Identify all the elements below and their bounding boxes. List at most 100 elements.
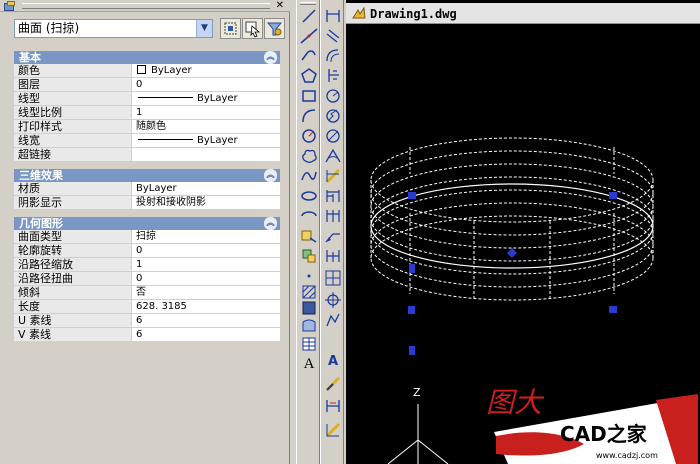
dim-style-icon[interactable] [323, 374, 343, 394]
swept-surface[interactable] [370, 137, 654, 301]
section-header-3d-visualization[interactable]: 三维效果 ︽ [14, 169, 280, 182]
property-value[interactable]: 随颜色 [134, 120, 280, 133]
center-grip[interactable] [507, 248, 517, 258]
grip[interactable] [409, 346, 415, 355]
grip[interactable] [408, 192, 416, 199]
toggle-pickadd-button[interactable] [220, 18, 241, 39]
property-row-shadow-display[interactable]: 阴影显示 投射和接收阴影 [14, 196, 280, 210]
property-row-linetype-scale[interactable]: 线型比例 1 [14, 106, 280, 120]
property-row-u-isolines[interactable]: U 素线 6 [14, 314, 280, 328]
baseline-icon[interactable] [323, 186, 343, 206]
tolerance-icon[interactable] [323, 246, 343, 266]
grip[interactable] [609, 306, 617, 313]
property-value[interactable]: ByLayer [134, 182, 280, 195]
grip[interactable] [408, 306, 415, 314]
property-value[interactable] [134, 148, 280, 161]
palette-titlebar[interactable]: ✕ [0, 0, 290, 12]
arc-length-icon[interactable] [323, 46, 343, 66]
object-type-select[interactable]: 曲面 (扫掠) ▼ [14, 19, 213, 38]
grip[interactable] [609, 192, 617, 199]
grip[interactable] [409, 264, 415, 273]
quick-select-button[interactable] [264, 18, 285, 39]
collapse-icon[interactable]: ︽ [264, 217, 277, 230]
property-row-material[interactable]: 材质 ByLayer [14, 182, 280, 196]
property-value[interactable]: 1 [134, 106, 280, 119]
circle-icon[interactable] [299, 126, 319, 146]
property-value[interactable]: 6 [134, 314, 280, 327]
construction-line-icon[interactable] [299, 26, 319, 46]
property-value[interactable]: ByLayer [134, 64, 280, 77]
property-row-plot-style[interactable]: 打印样式 随颜色 [14, 120, 280, 134]
property-row-length[interactable]: 长度 628. 3185 [14, 300, 280, 314]
radius-icon[interactable] [323, 86, 343, 106]
rectangle-icon[interactable] [299, 86, 319, 106]
color-swatch-icon [137, 64, 146, 74]
property-row-hyperlink[interactable]: 超链接 [14, 148, 280, 162]
property-value[interactable]: 否 [134, 286, 280, 299]
property-key: U 素线 [14, 314, 132, 327]
region-icon[interactable] [299, 316, 319, 336]
property-value[interactable]: 扫掠 [134, 230, 280, 243]
linear-dimension-icon[interactable] [323, 6, 343, 26]
property-row-v-isolines[interactable]: V 素线 6 [14, 328, 280, 342]
dim-override-icon[interactable] [323, 396, 343, 416]
property-row-scale-along-path[interactable]: 沿路径缩放 1 [14, 258, 280, 272]
property-row-profile-rotation[interactable]: 轮廓旋转 0 [14, 244, 280, 258]
property-row-color[interactable]: 颜色 ByLayer [14, 64, 280, 78]
property-value-text: ByLayer [197, 135, 238, 146]
insert-block-icon[interactable] [299, 226, 319, 246]
make-block-icon[interactable] [299, 246, 319, 266]
aligned-dimension-icon[interactable] [323, 26, 343, 46]
property-row-lineweight[interactable]: 线宽 ByLayer [14, 134, 280, 148]
drawing-title: Drawing1.dwg [370, 7, 457, 21]
property-value[interactable]: 0 [134, 272, 280, 285]
center-mark-icon[interactable] [323, 268, 343, 288]
drawing-titlebar[interactable]: Drawing1.dwg [346, 3, 700, 24]
section-header-geometry[interactable]: 几何图形 ︽ [14, 217, 280, 230]
ellipse-icon[interactable] [299, 186, 319, 206]
quick-dimension-icon[interactable] [323, 166, 343, 186]
dim-update-alt-icon[interactable] [323, 420, 343, 440]
property-value[interactable]: 628. 3185 [134, 300, 280, 313]
dim-edit-icon[interactable] [323, 290, 343, 310]
property-row-layer[interactable]: 图层 0 [14, 78, 280, 92]
property-value[interactable]: ByLayer [134, 92, 280, 105]
chevron-down-icon[interactable]: ▼ [196, 20, 212, 37]
angular-icon[interactable] [323, 146, 343, 166]
model-space-canvas[interactable]: Z 图大 CAD之家 www.cadzj.com [346, 24, 700, 464]
property-value[interactable]: 0 [134, 244, 280, 257]
property-row-surface-type[interactable]: 曲面类型 扫掠 [14, 230, 280, 244]
table-icon[interactable] [299, 334, 319, 354]
multiline-text-icon[interactable]: A [299, 354, 319, 374]
property-value[interactable]: ByLayer [134, 134, 280, 147]
continue-icon[interactable] [323, 206, 343, 226]
collapse-icon[interactable]: ︽ [264, 51, 277, 64]
revision-cloud-icon[interactable] [299, 146, 319, 166]
toolbar-grip[interactable] [300, 2, 316, 5]
polygon-icon[interactable] [299, 66, 319, 86]
property-value[interactable]: 1 [134, 258, 280, 271]
gradient-icon[interactable] [299, 298, 319, 318]
dim-text-edit-icon[interactable] [323, 310, 343, 330]
diameter-icon[interactable] [323, 126, 343, 146]
section-header-general[interactable]: 基本 ︽ [14, 51, 280, 64]
titlebar-grip[interactable] [22, 3, 270, 9]
ellipse-arc-icon[interactable] [299, 206, 319, 226]
property-row-twist-along-path[interactable]: 沿路径扭曲 0 [14, 272, 280, 286]
property-row-linetype[interactable]: 线型 ByLayer [14, 92, 280, 106]
ordinate-icon[interactable] [323, 66, 343, 86]
property-value[interactable]: 6 [134, 328, 280, 341]
jogged-icon[interactable] [323, 106, 343, 126]
polyline-icon[interactable] [299, 46, 319, 66]
dim-update-icon[interactable]: A [323, 352, 343, 372]
collapse-icon[interactable]: ︽ [264, 169, 277, 182]
arc-icon[interactable] [299, 106, 319, 126]
property-value[interactable]: 投射和接收阴影 [134, 196, 280, 209]
select-objects-button[interactable] [242, 18, 263, 39]
close-icon[interactable]: ✕ [276, 0, 284, 12]
spline-icon[interactable] [299, 166, 319, 186]
qleader-icon[interactable] [323, 226, 343, 246]
line-icon[interactable] [299, 6, 319, 26]
property-row-bank[interactable]: 倾斜 否 [14, 286, 280, 300]
property-value[interactable]: 0 [134, 78, 280, 91]
